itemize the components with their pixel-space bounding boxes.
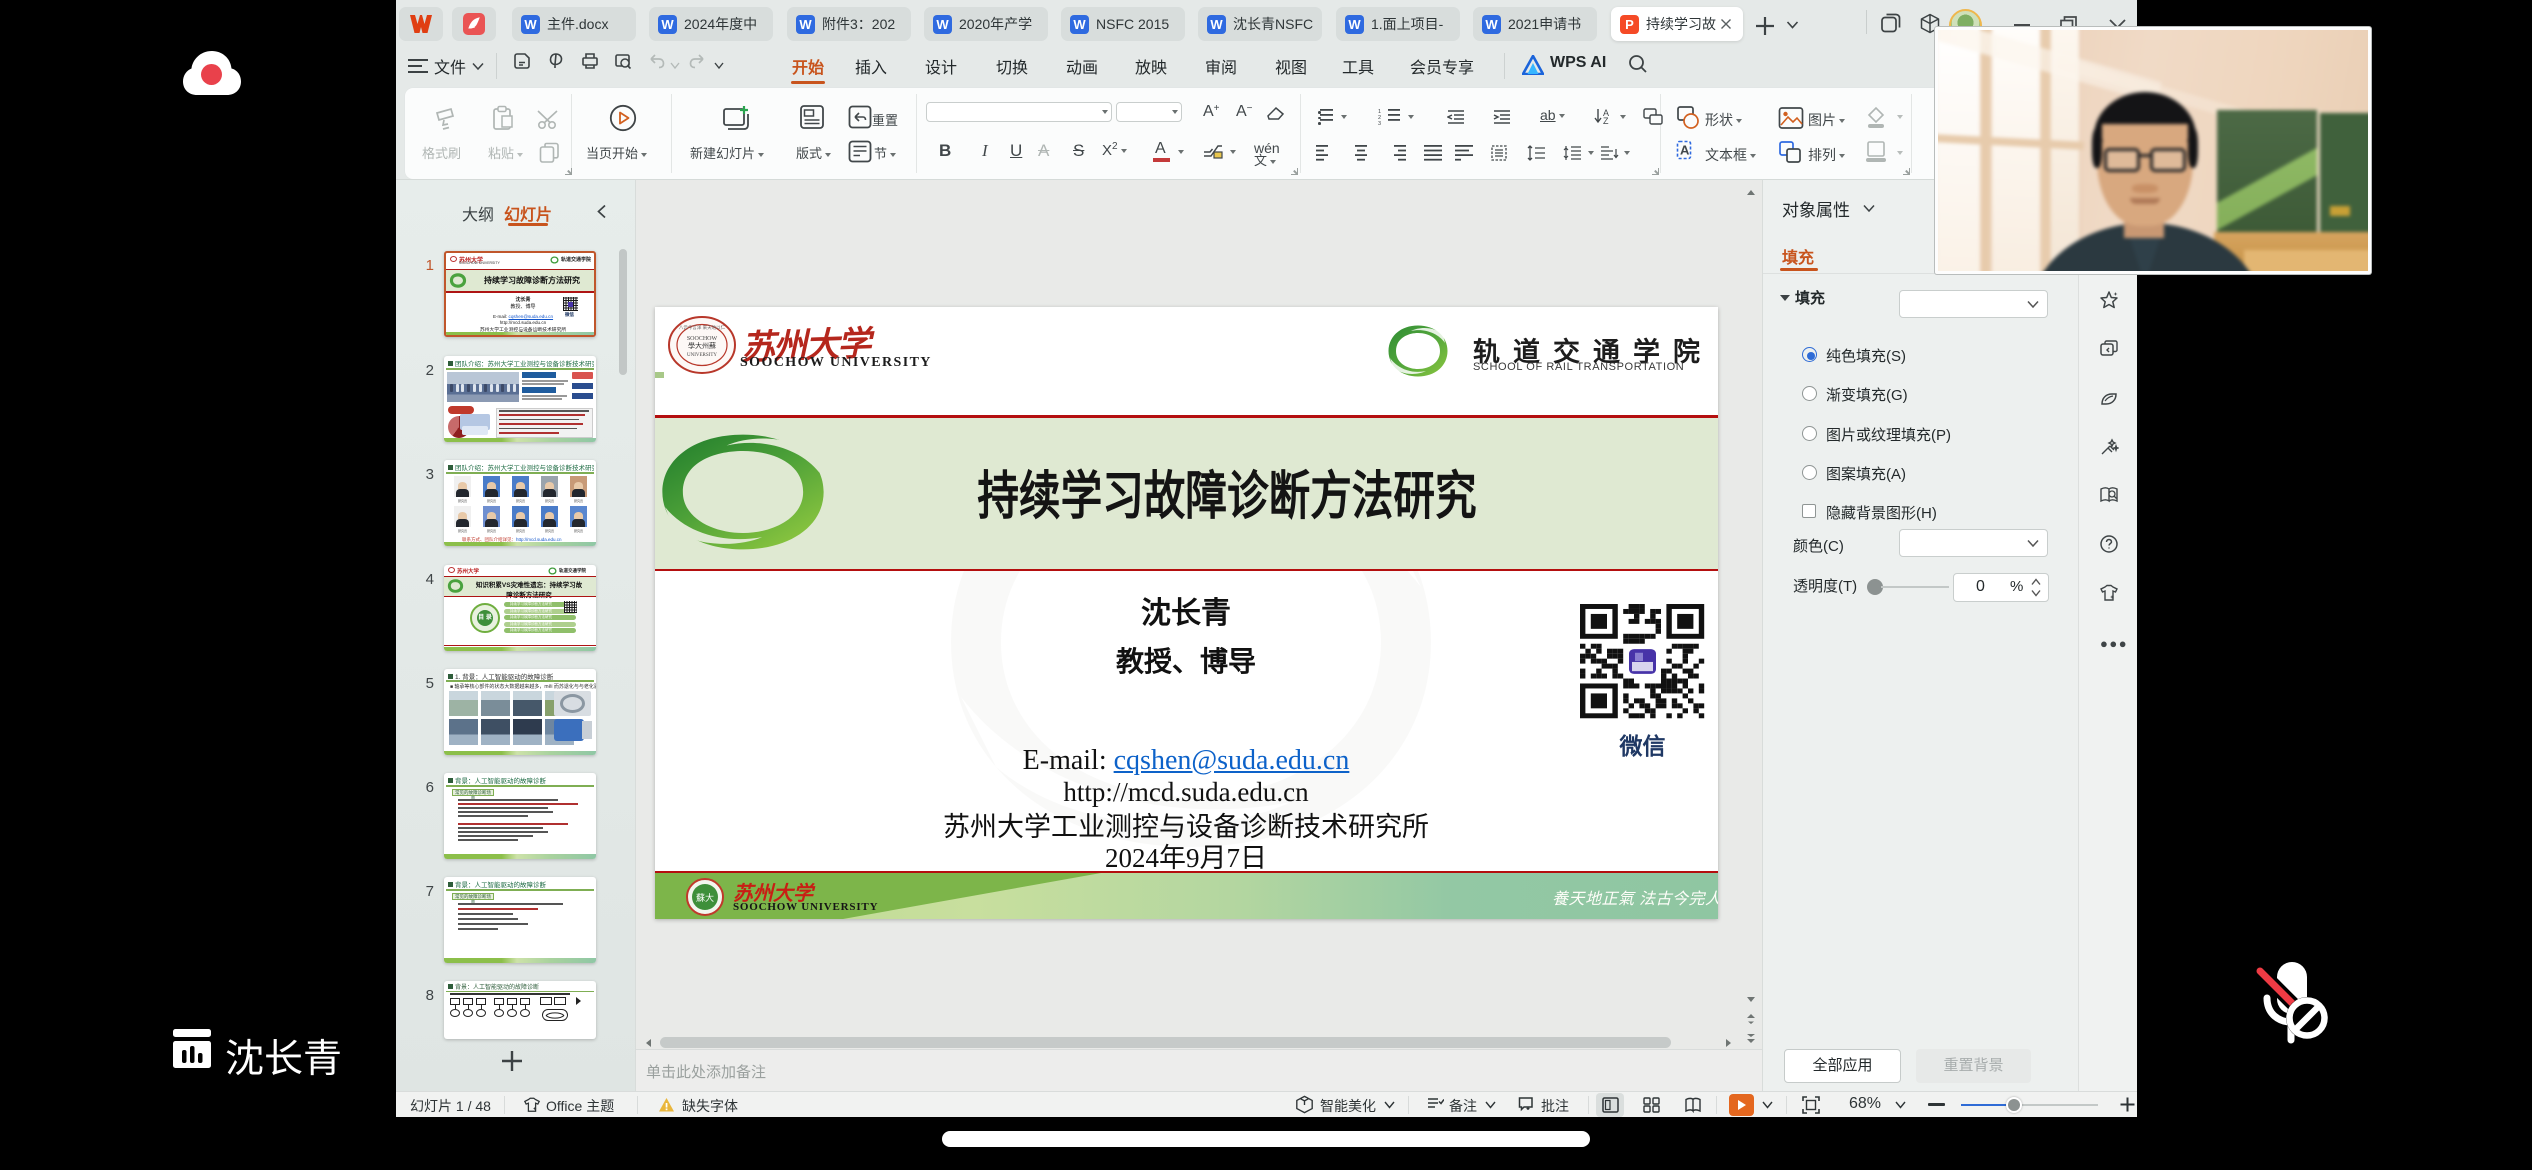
svg-text:蘇大: 蘇大 (696, 892, 714, 903)
svg-text:Z: Z (1603, 116, 1609, 125)
svg-text:八云今言泽 來天地以仁: 八云今言泽 來天地以仁 (679, 324, 726, 331)
svg-text:UNIVERSITY: UNIVERSITY (687, 353, 717, 358)
svg-text:學大州蘇: 學大州蘇 (688, 341, 716, 350)
svg-text:SOOCHOW: SOOCHOW (687, 336, 718, 342)
svg-text:3: 3 (1378, 121, 1381, 125)
svg-text:A: A (1680, 143, 1690, 158)
